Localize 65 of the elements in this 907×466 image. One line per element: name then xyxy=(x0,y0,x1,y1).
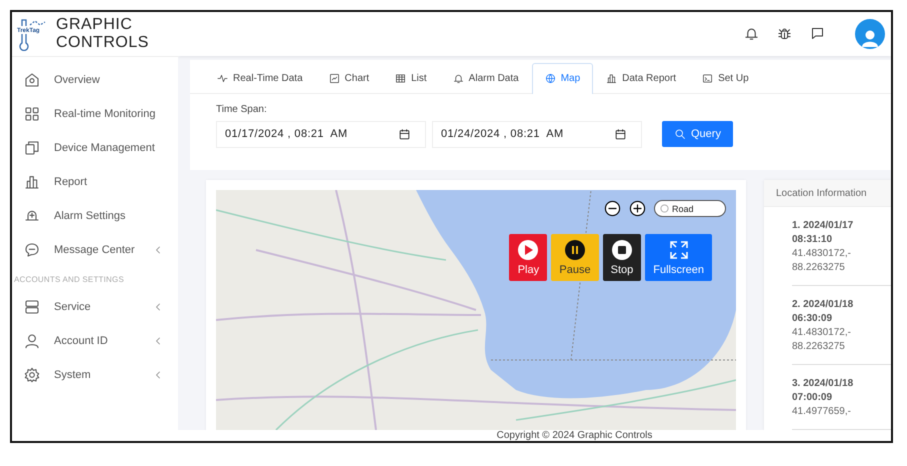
stop-icon xyxy=(610,239,633,262)
windows-icon xyxy=(24,140,40,156)
bar-chart-icon xyxy=(606,72,618,84)
pause-button[interactable]: Pause xyxy=(551,234,599,282)
tab[interactable]: List xyxy=(382,62,440,93)
stop-button[interactable]: Stop xyxy=(602,234,642,282)
map-type-select[interactable]: Road xyxy=(654,200,726,218)
search-icon xyxy=(674,128,686,140)
zoom-in-icon[interactable] xyxy=(629,200,646,218)
location-coordinates: 41.4830172,-88.2263275 xyxy=(792,326,852,354)
location-time: 1. 2024/01/17 08:31:10 xyxy=(792,219,854,248)
zoom-out-icon[interactable] xyxy=(604,200,621,218)
sidebar-item[interactable]: Message Center xyxy=(12,233,178,267)
tab[interactable]: Map xyxy=(532,62,594,94)
circle-icon xyxy=(660,204,669,214)
location-coordinates: 41.4977659,- xyxy=(792,405,852,420)
sidebar-item[interactable]: Service xyxy=(12,290,178,324)
fullscreen-button[interactable]: Fullscreen xyxy=(645,234,712,282)
tab[interactable]: Alarm Data xyxy=(440,62,532,93)
bug-icon[interactable] xyxy=(777,26,792,42)
chat-icon xyxy=(24,242,40,258)
calendar-icon xyxy=(614,128,627,141)
pause-icon xyxy=(564,239,586,262)
bell-icon[interactable] xyxy=(744,26,759,42)
tab[interactable]: Chart xyxy=(316,62,382,93)
bar-chart-icon xyxy=(24,174,40,190)
pulse-icon xyxy=(217,72,228,84)
query-button[interactable]: Query xyxy=(662,121,733,148)
chart-icon xyxy=(328,72,340,84)
globe-icon xyxy=(544,73,556,84)
terminal-icon xyxy=(702,72,714,84)
home-icon xyxy=(24,72,40,88)
copyright-text: Copyright © 2024 Graphic Controls xyxy=(496,430,652,441)
tab[interactable]: Real-Time Data xyxy=(204,62,316,93)
section-heading: ACCOUNTS AND SETTINGS xyxy=(13,274,125,286)
user-icon xyxy=(24,333,40,349)
gear-icon xyxy=(24,367,40,383)
location-coordinates: 41.4830172,-88.2263275 xyxy=(792,247,852,276)
date-time-field[interactable]: 01/24/2024 , 08:21 AM xyxy=(432,120,642,148)
sidebar-item[interactable]: Report xyxy=(12,165,178,199)
message-icon[interactable] xyxy=(810,26,825,42)
calendar-icon xyxy=(398,128,411,141)
sidebar-item[interactable]: Overview xyxy=(12,63,178,97)
brand-name: GRAPHIC CONTROLS xyxy=(56,16,149,52)
tab[interactable]: Set Up xyxy=(689,62,762,93)
location-time: 3. 2024/01/18 07:00:09 xyxy=(792,377,854,406)
sidebar-item[interactable]: System xyxy=(12,358,178,392)
table-icon xyxy=(395,72,406,84)
grid-icon xyxy=(24,106,40,122)
sidebar-item[interactable]: Device Management xyxy=(12,131,178,165)
date-time-field[interactable]: 01/17/2024 , 08:21 AM xyxy=(216,120,426,148)
play-button[interactable]: Play xyxy=(509,234,548,282)
expand-icon xyxy=(668,239,690,262)
location-time: 2. 2024/01/18 06:30:09 xyxy=(792,298,854,326)
sidebar-item[interactable]: Account ID xyxy=(12,324,178,358)
play-icon xyxy=(517,239,540,262)
avatar[interactable] xyxy=(855,18,885,49)
bell-icon xyxy=(452,72,464,84)
sidebar-item[interactable]: Alarm Settings xyxy=(12,199,178,233)
sidebar-item[interactable]: Real-time Monitoring xyxy=(12,97,178,131)
tab[interactable]: Data Report xyxy=(593,62,690,93)
panel-title: Location Information xyxy=(764,180,891,208)
map-drawing[interactable] xyxy=(216,190,736,430)
time-span-label: Time Span: xyxy=(216,104,268,115)
server-icon xyxy=(24,299,40,315)
